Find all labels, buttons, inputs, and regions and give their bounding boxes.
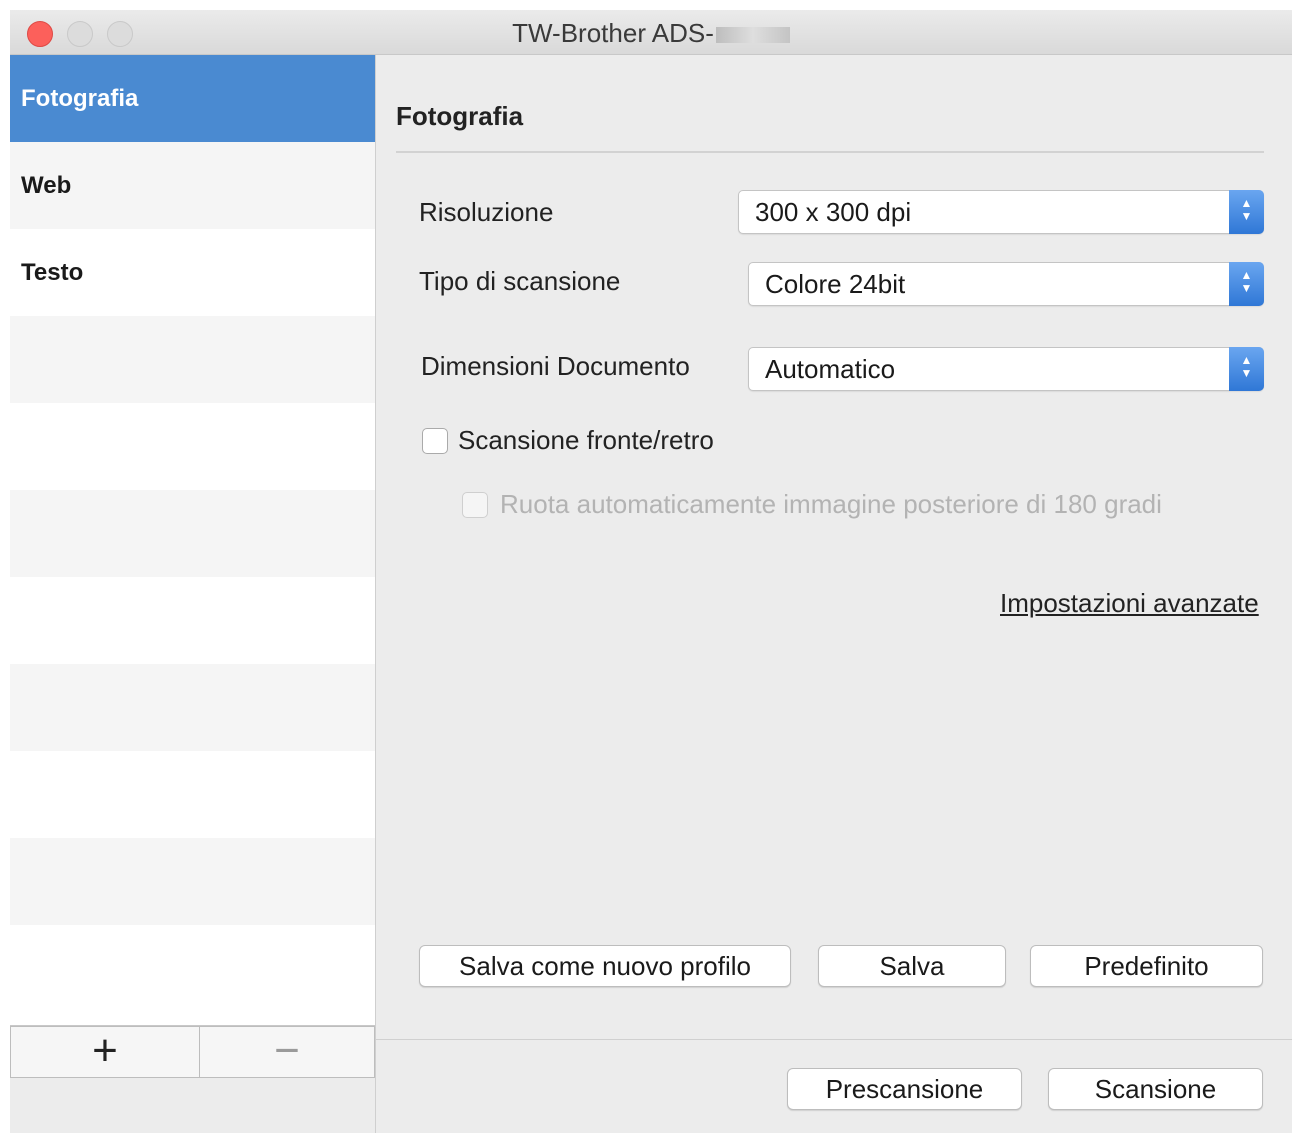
sidebar-empty-row [10,403,375,490]
resolution-label: Risoluzione [419,197,554,227]
profile-sidebar: Fotografia Web Testo + − [10,55,376,1133]
sidebar-item-label: Web [21,172,72,199]
up-down-chevron-icon: ▲ ▼ [1229,190,1264,234]
redacted-model-number [715,27,790,44]
section-title: Fotografia [396,101,524,131]
title-bar: TW-Brother ADS- [10,10,1292,55]
scanner-window: TW-Brother ADS- Fotografia Web Testo + −… [10,10,1292,1133]
save-as-new-profile-button[interactable]: Salva come nuovo profilo [419,945,791,987]
scan-button[interactable]: Scansione [1048,1068,1263,1110]
document-size-label: Dimensioni Documento [421,351,690,381]
minus-icon: − [274,1026,300,1075]
sidebar-empty-row [10,577,375,664]
sidebar-footer: + − [10,1025,375,1133]
scan-type-label: Tipo di scansione [419,266,621,296]
document-size-select[interactable]: Automatico ▲ ▼ [748,347,1264,391]
auto-rotate-checkbox[interactable] [462,492,488,518]
remove-profile-button[interactable]: − [199,1026,375,1078]
scan-type-select[interactable]: Colore 24bit ▲ ▼ [748,262,1264,306]
duplex-label: Scansione fronte/retro [458,425,714,455]
section-divider [396,151,1264,153]
sidebar-empty-row [10,490,375,577]
auto-rotate-label: Ruota automaticamente immagine posterior… [500,489,1162,519]
settings-panel: Fotografia Risoluzione 300 x 300 dpi ▲ ▼ … [376,55,1292,1133]
window-title-text: TW-Brother ADS- [512,18,714,48]
document-size-value: Automatico [765,354,896,384]
sidebar-empty-row [10,316,375,403]
plus-icon: + [92,1026,118,1075]
save-button[interactable]: Salva [818,945,1006,987]
sidebar-item-web[interactable]: Web [10,142,375,229]
bottom-bar: Prescansione Scansione [376,1039,1292,1133]
add-profile-button[interactable]: + [10,1026,200,1078]
scan-type-value: Colore 24bit [765,269,906,299]
sidebar-item-label: Fotografia [21,85,139,112]
resolution-value: 300 x 300 dpi [755,197,912,227]
resolution-select[interactable]: 300 x 300 dpi ▲ ▼ [738,190,1264,234]
sidebar-item-fotografia[interactable]: Fotografia [10,55,375,142]
advanced-settings-link[interactable]: Impostazioni avanzate [1000,588,1259,619]
sidebar-empty-row [10,751,375,838]
sidebar-item-label: Testo [21,259,84,286]
prescan-button[interactable]: Prescansione [787,1068,1022,1110]
up-down-chevron-icon: ▲ ▼ [1229,347,1264,391]
duplex-checkbox[interactable] [422,428,448,454]
default-button[interactable]: Predefinito [1030,945,1263,987]
sidebar-empty-row [10,838,375,925]
sidebar-item-testo[interactable]: Testo [10,229,375,316]
sidebar-empty-row [10,925,375,1025]
window-title: TW-Brother ADS- [10,18,1292,49]
up-down-chevron-icon: ▲ ▼ [1229,262,1264,306]
sidebar-empty-row [10,664,375,751]
